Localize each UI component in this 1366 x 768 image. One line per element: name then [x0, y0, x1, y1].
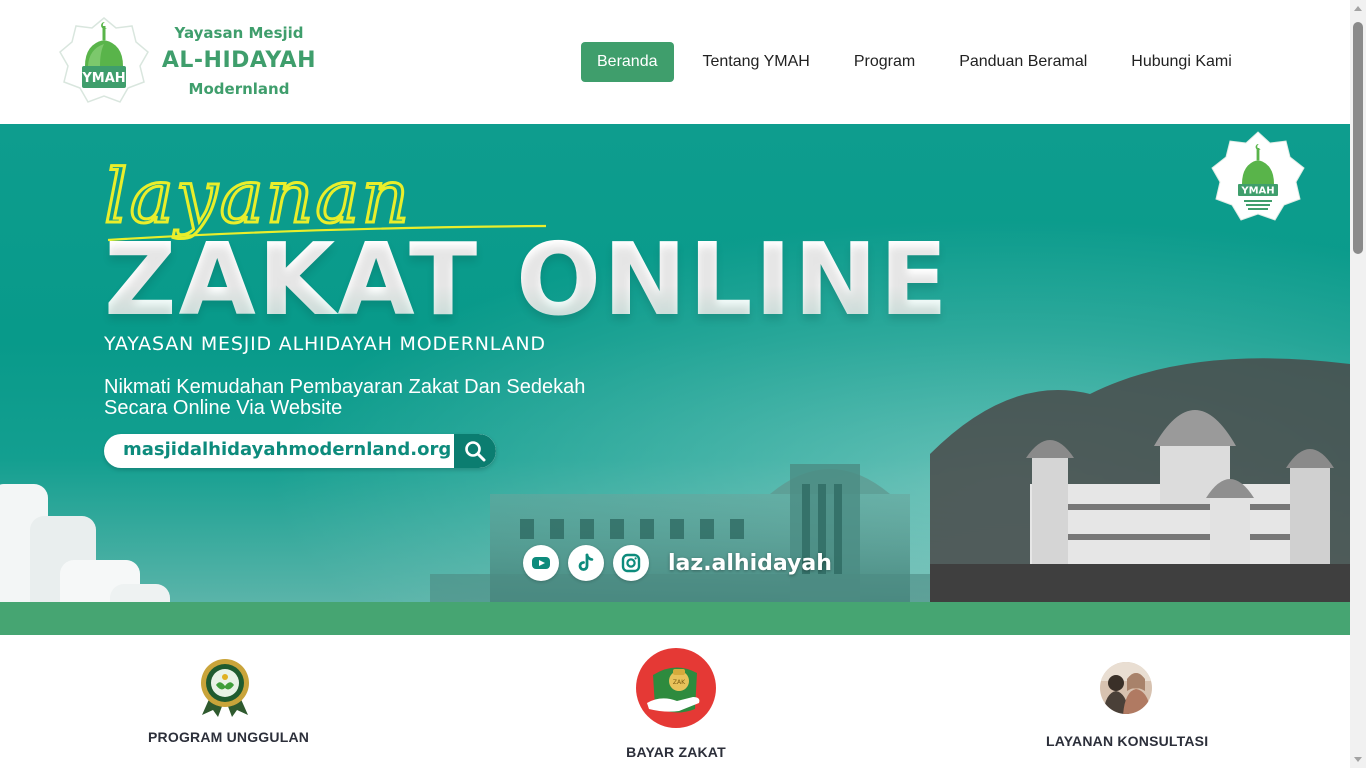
url-search-button[interactable]: [454, 434, 496, 468]
scroll-down-arrow-icon[interactable]: [1354, 757, 1362, 762]
website-url-text: masjidalhidayahmodernland.org: [123, 439, 452, 460]
brand-line-1: Yayasan Mesjid: [174, 24, 304, 42]
service-layanan-konsultasi[interactable]: LAYANAN KONSULTASI: [1046, 661, 1209, 749]
nav-panduan-beramal[interactable]: Panduan Beramal: [943, 42, 1103, 82]
green-divider-band: [0, 602, 1350, 635]
brand-name[interactable]: Yayasan Mesjid AL-HIDAYAH Modernland: [158, 22, 320, 100]
nav-hubungi-kami[interactable]: Hubungi Kami: [1115, 42, 1248, 82]
service-label-program-unggulan: PROGRAM UNGGULAN: [148, 729, 310, 745]
tiktok-link[interactable]: [568, 545, 604, 581]
scroll-up-arrow-icon[interactable]: [1354, 6, 1362, 11]
mosque-building-right: [930, 358, 1350, 602]
website-url-pill[interactable]: masjidalhidayahmodernland.org: [104, 434, 496, 468]
service-program-unggulan[interactable]: PROGRAM UNGGULAN: [148, 657, 310, 745]
scrollbar-thumb[interactable]: [1353, 22, 1363, 254]
site-logo[interactable]: YMAH: [58, 16, 150, 108]
youtube-icon: [532, 557, 550, 569]
consultation-avatar-icon: [1100, 662, 1152, 714]
social-links: laz.alhidayah: [523, 545, 832, 581]
decorative-clouds: [0, 484, 170, 602]
services-section: PROGRAM UNGGULAN ZAK BAYAR ZAKAT LAYANAN…: [0, 635, 1350, 768]
hero-subtitle: YAYASAN MESJID ALHIDAYAH MODERNLAND: [104, 333, 546, 355]
instagram-icon: [621, 553, 641, 573]
nav-beranda[interactable]: Beranda: [581, 42, 674, 82]
service-label-layanan-konsultasi: LAYANAN KONSULTASI: [1046, 733, 1209, 749]
youtube-link[interactable]: [523, 545, 559, 581]
hero-banner[interactable]: layanan ZAKAT ONLINE YAYASAN MESJID ALHI…: [0, 124, 1350, 602]
instagram-link[interactable]: [613, 545, 649, 581]
hero-desc-line-1: Nikmati Kemudahan Pembayaran Zakat Dan S…: [104, 376, 586, 398]
svg-text:ZAK: ZAK: [673, 679, 686, 686]
hero-title: ZAKAT ONLINE: [104, 221, 950, 338]
zakat-hand-icon: ZAK: [636, 648, 716, 728]
brand-line-3: Modernland: [188, 80, 290, 98]
brand-line-2: AL-HIDAYAH: [161, 48, 317, 73]
page: YMAH Yayasan Mesjid AL-HIDAYAH Modernlan…: [0, 0, 1366, 768]
logo-text: YMAH: [81, 71, 125, 86]
tiktok-icon: [578, 553, 594, 571]
main-nav: Beranda Tentang YMAH Program Panduan Ber…: [581, 42, 1248, 82]
vertical-scrollbar[interactable]: [1350, 0, 1366, 768]
ymah-badge-logo: YMAH: [1211, 131, 1305, 221]
award-badge-icon: [201, 659, 249, 717]
mosque-dome-icon: YMAH: [59, 17, 149, 103]
hero-description: Nikmati Kemudahan Pembayaran Zakat Dan S…: [104, 377, 664, 419]
site-header: YMAH Yayasan Mesjid AL-HIDAYAH Modernlan…: [0, 0, 1350, 124]
service-label-bayar-zakat: BAYAR ZAKAT: [626, 744, 726, 760]
nav-program[interactable]: Program: [838, 42, 931, 82]
hero-desc-line-2: Secara Online Via Website: [104, 397, 343, 419]
service-bayar-zakat[interactable]: ZAK BAYAR ZAKAT: [616, 647, 736, 760]
nav-tentang-ymah[interactable]: Tentang YMAH: [687, 42, 826, 82]
search-icon: [465, 441, 486, 462]
badge-logo-text: YMAH: [1240, 186, 1274, 197]
social-handle[interactable]: laz.alhidayah: [668, 551, 832, 576]
